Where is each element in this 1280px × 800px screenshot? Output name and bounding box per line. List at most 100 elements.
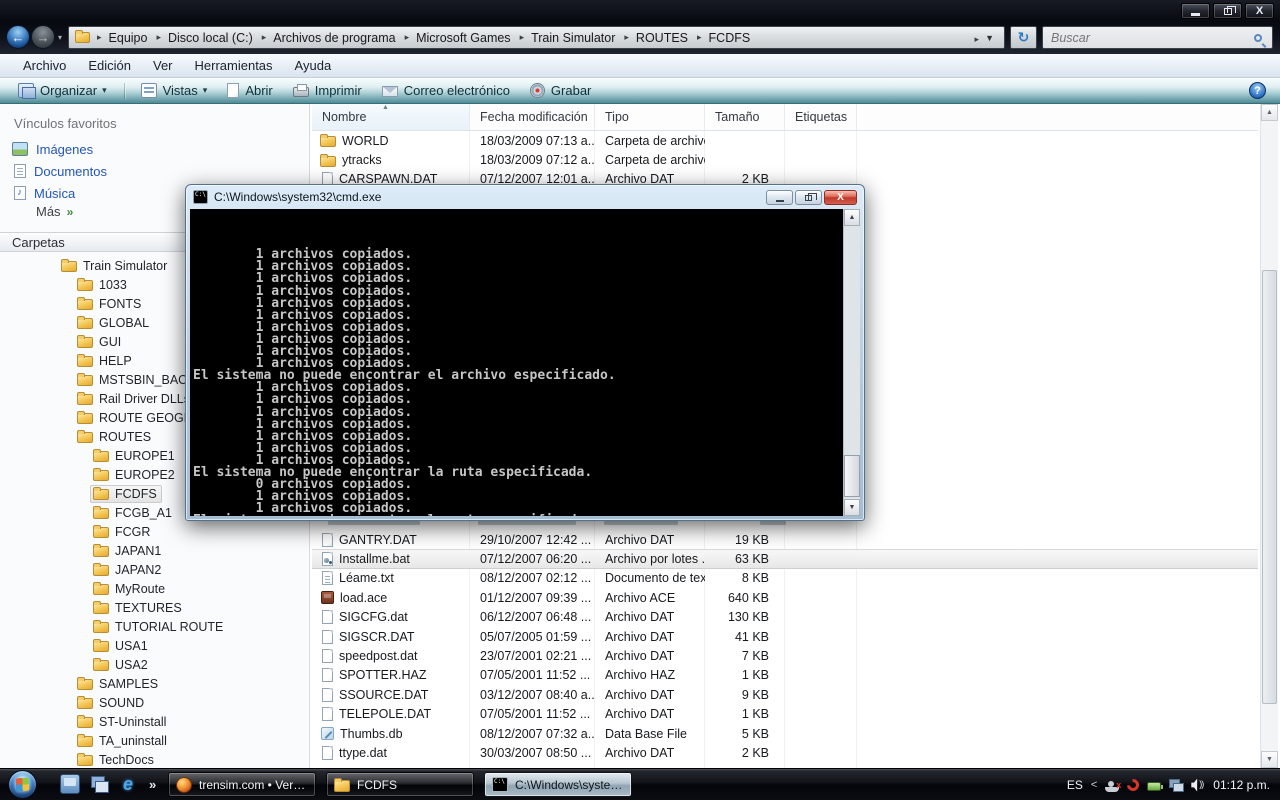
scroll-down-icon[interactable]: ▼ <box>1261 751 1278 768</box>
breadcrumb-item[interactable]: ROUTES <box>617 29 690 47</box>
favorites-more-link[interactable]: Más» <box>36 204 73 219</box>
toolbar-button[interactable]: Abrir <box>217 81 282 100</box>
refresh-button[interactable]: ↻ <box>1010 26 1037 49</box>
tree-item[interactable]: TechDocs <box>0 750 308 768</box>
menu-item[interactable]: Edición <box>77 55 142 76</box>
tree-item[interactable]: USA1 <box>0 636 308 655</box>
tree-item[interactable]: SOUND <box>0 693 308 712</box>
column-header-date[interactable]: Fecha modificación <box>470 104 595 130</box>
table-row[interactable]: SIGSCR.DAT 05/07/2005 01:59 ... Archivo … <box>312 627 1258 646</box>
tree-item[interactable]: ST-Uninstall <box>0 712 308 731</box>
minimize-button[interactable] <box>1181 3 1210 19</box>
search-input[interactable] <box>1049 30 1254 46</box>
file-date: 18/03/2009 07:13 a... <box>470 134 595 148</box>
table-row[interactable]: speedpost.dat 23/07/2001 02:21 ... Archi… <box>312 646 1258 665</box>
address-bar[interactable]: EquipoDisco local (C:)Archivos de progra… <box>68 26 1005 49</box>
tree-item[interactable]: TUTORIAL ROUTE <box>0 617 308 636</box>
table-row[interactable]: load.ace 01/12/2007 09:39 ... Archivo AC… <box>312 588 1258 607</box>
console[interactable]: 1 archivos copiados. 1 archivos copiados… <box>190 209 860 516</box>
table-row[interactable]: SIGCFG.dat 06/12/2007 06:48 ... Archivo … <box>312 608 1258 627</box>
tree-item[interactable]: JAPAN2 <box>0 560 308 579</box>
tree-item[interactable]: TA_uninstall <box>0 731 308 750</box>
tree-item[interactable]: TEXTURES <box>0 598 308 617</box>
start-button[interactable] <box>8 770 37 799</box>
folder-icon <box>75 32 90 43</box>
table-row[interactable]: GANTRY.DAT 29/10/2007 12:42 ... Archivo … <box>312 530 1258 549</box>
scroll-up-icon[interactable]: ▲ <box>1261 104 1278 121</box>
address-dropdown-icon[interactable]: ▼ <box>979 33 1000 43</box>
breadcrumb-item[interactable]: Disco local (C:) <box>149 29 254 47</box>
cmd-restore-button[interactable] <box>795 190 822 205</box>
table-row[interactable]: Installme.bat 07/12/2007 06:20 ... Archi… <box>312 549 1258 568</box>
toolbar-button[interactable]: Imprimir <box>283 81 372 100</box>
table-row[interactable]: TELEPOLE.DAT 07/05/2001 11:52 ... Archiv… <box>312 705 1258 724</box>
cmd-minimize-button[interactable] <box>766 190 793 205</box>
taskbar-button[interactable]: C:\Windows\system... <box>484 772 632 797</box>
column-header-type[interactable]: Tipo <box>595 104 705 130</box>
show-desktop-icon[interactable] <box>60 774 80 794</box>
forward-button[interactable]: → <box>31 25 55 49</box>
close-button[interactable]: X <box>1245 3 1274 19</box>
vertical-scrollbar[interactable]: ▲ ▼ <box>1260 104 1278 768</box>
cmd-close-button[interactable]: X <box>824 190 857 205</box>
scroll-up-icon[interactable]: ▲ <box>844 209 860 226</box>
table-row[interactable]: Léame.txt 08/12/2007 02:12 ... Documento… <box>312 569 1258 588</box>
help-icon[interactable] <box>1249 82 1266 99</box>
breadcrumb-item[interactable]: Train Simulator <box>513 29 618 47</box>
volume-icon[interactable] <box>1191 779 1205 792</box>
quick-launch-overflow-icon[interactable]: » <box>149 777 156 792</box>
antivirus-icon[interactable] <box>1125 777 1142 794</box>
taskbar-button[interactable]: FCDFS <box>326 772 474 797</box>
clock[interactable]: 01:12 p.m. <box>1213 778 1270 792</box>
menu-item[interactable]: Herramientas <box>184 55 284 76</box>
toolbar-button[interactable]: Vistas <box>131 81 218 100</box>
toolbar-button[interactable]: Correo electrónico <box>372 81 520 100</box>
table-row[interactable]: ttype.dat 30/03/2007 08:50 ... Archivo D… <box>312 743 1258 762</box>
scroll-down-icon[interactable]: ▼ <box>844 499 860 516</box>
table-row[interactable]: ytracks 18/03/2009 07:12 a... Carpeta de… <box>312 150 1258 169</box>
favorite-link[interactable]: Documentos <box>0 160 309 182</box>
column-header-name[interactable]: ▲Nombre <box>312 104 470 130</box>
breadcrumb-item[interactable]: Microsoft Games <box>398 29 513 47</box>
file-name: WORLD <box>342 134 389 148</box>
tree-item[interactable]: USA2 <box>0 655 308 674</box>
cmd-window[interactable]: C:\Windows\system32\cmd.exe X 1 archivos… <box>185 184 865 521</box>
scrollbar-thumb[interactable] <box>844 455 860 497</box>
search-box[interactable] <box>1042 26 1273 49</box>
tree-item[interactable]: SAMPLES <box>0 674 308 693</box>
network-icon[interactable] <box>1169 779 1183 792</box>
history-dropdown-icon[interactable]: ▾ <box>58 33 62 42</box>
breadcrumb-item[interactable]: Archivos de programa <box>255 29 398 47</box>
taskbar-button[interactable]: trensim.com • Ver T... <box>168 772 316 797</box>
breadcrumb-item[interactable]: FCDFS <box>690 29 752 47</box>
tray-expand-icon[interactable]: < <box>1091 779 1097 791</box>
internet-explorer-icon[interactable]: e <box>118 774 138 794</box>
folder-icon <box>61 261 77 272</box>
messenger-offline-icon[interactable] <box>1105 781 1119 792</box>
tree-item[interactable]: FCGR <box>0 522 308 541</box>
switch-windows-icon[interactable] <box>89 774 109 794</box>
console-scrollbar[interactable]: ▲ ▼ <box>843 209 860 516</box>
language-indicator[interactable]: ES <box>1067 778 1083 792</box>
tree-item[interactable]: MyRoute <box>0 579 308 598</box>
toolbar-button[interactable]: Organizar <box>8 81 117 100</box>
favorite-link[interactable]: Imágenes <box>0 138 309 160</box>
restore-button[interactable] <box>1213 3 1242 19</box>
table-row[interactable]: Thumbs.db 08/12/2007 07:32 a... Data Bas… <box>312 724 1258 743</box>
file-icon <box>320 136 336 147</box>
table-row[interactable]: WORLD 18/03/2009 07:13 a... Carpeta de a… <box>312 131 1258 150</box>
menu-item[interactable]: Ver <box>142 55 184 76</box>
column-header-size[interactable]: Tamaño <box>705 104 785 130</box>
power-icon[interactable] <box>1147 782 1161 791</box>
back-button[interactable]: ← <box>6 25 30 49</box>
scrollbar-thumb[interactable] <box>1262 270 1277 704</box>
tree-item[interactable]: JAPAN1 <box>0 541 308 560</box>
toolbar-button[interactable]: Grabar <box>520 81 601 100</box>
column-header-tags[interactable]: Etiquetas <box>785 104 857 130</box>
table-row[interactable]: SPOTTER.HAZ 07/05/2001 11:52 ... Archivo… <box>312 666 1258 685</box>
menu-item[interactable]: Ayuda <box>284 55 343 76</box>
cmd-titlebar[interactable]: C:\Windows\system32\cmd.exe X <box>186 185 864 209</box>
menu-item[interactable]: Archivo <box>12 55 77 76</box>
breadcrumb-item[interactable]: Equipo <box>90 29 149 47</box>
table-row[interactable]: SSOURCE.DAT 03/12/2007 08:40 a... Archiv… <box>312 685 1258 704</box>
